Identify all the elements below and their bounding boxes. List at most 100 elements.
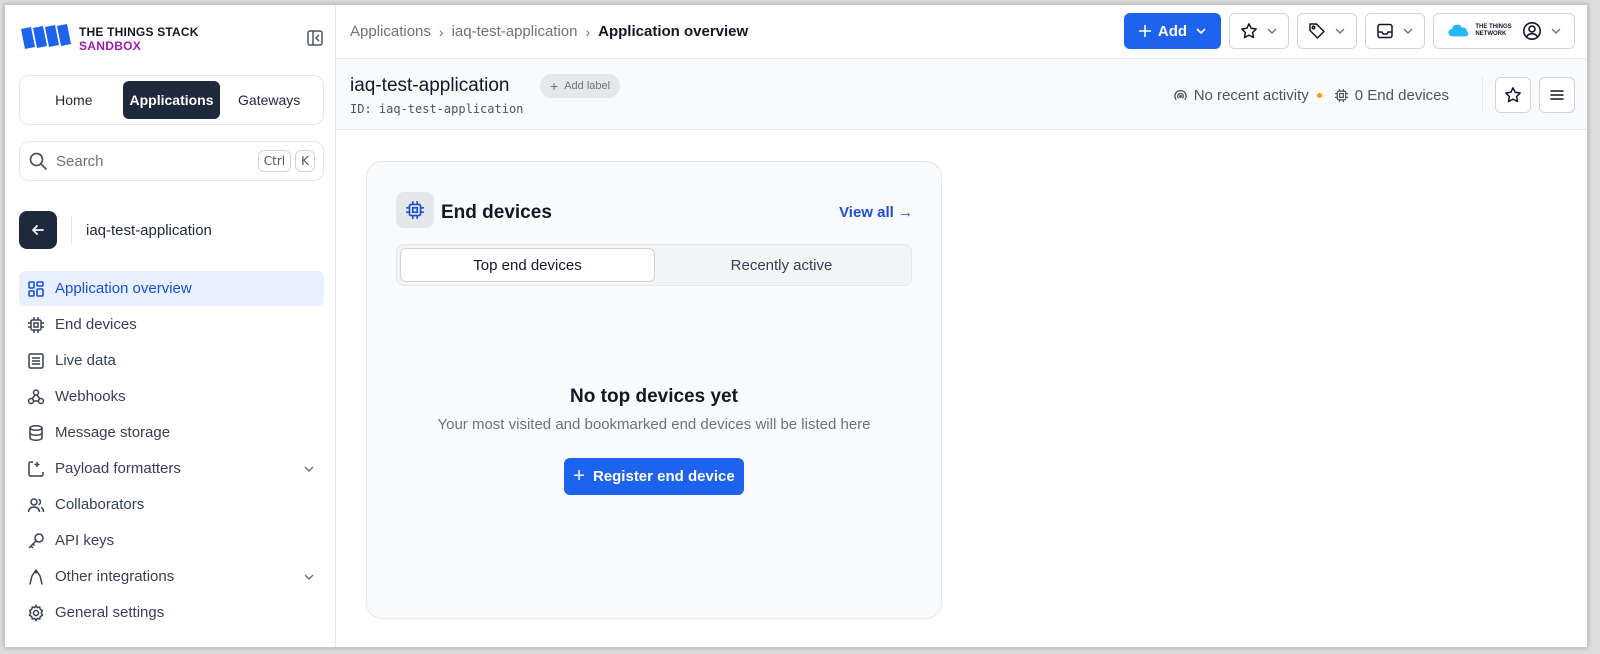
add-button[interactable]: Add — [1124, 13, 1221, 49]
chevron-down-icon — [1403, 28, 1413, 34]
inbox-dropdown[interactable] — [1365, 13, 1425, 49]
back-button[interactable] — [19, 211, 57, 249]
chevron-right-icon: › — [438, 23, 444, 40]
sidebar-item-collaborators[interactable]: Collaborators — [19, 487, 324, 522]
list-icon — [28, 352, 44, 369]
activity-status: No recent activity — [1193, 87, 1309, 104]
application-id: ID: iaq-test-application — [350, 102, 524, 116]
users-icon — [27, 497, 45, 512]
sidebar-item-label: End devices — [55, 316, 137, 333]
plus-icon: + — [550, 78, 559, 94]
key-icon — [28, 532, 44, 549]
card-tabs: Top end devices Recently active — [396, 244, 912, 286]
shortcut-ctrl: Ctrl — [257, 150, 292, 172]
more-menu-button[interactable] — [1539, 77, 1575, 113]
nav-home[interactable]: Home — [25, 81, 123, 119]
sidebar-item-other-integrations[interactable]: Other integrations — [19, 559, 324, 594]
chevron-down-icon — [1196, 28, 1206, 35]
breadcrumb-application[interactable]: iaq-test-application — [452, 23, 578, 40]
ttn-cloud-logo-icon — [1448, 24, 1469, 37]
sidebar-item-webhooks[interactable]: Webhooks — [19, 379, 324, 414]
card-icon-badge — [396, 192, 434, 228]
sidebar-item-label: Webhooks — [55, 388, 126, 405]
empty-state-subtitle: Your most visited and bookmarked end dev… — [437, 416, 871, 433]
sidebar-item-label: API keys — [55, 532, 115, 549]
profile-dropdown[interactable]: THE THINGS NETWORK — [1433, 13, 1575, 49]
register-button-label: Register end device — [592, 468, 735, 485]
empty-state-title: No top devices yet — [570, 386, 738, 407]
labels-dropdown[interactable] — [1297, 13, 1357, 49]
sidebar-item-label: General settings — [55, 604, 165, 621]
register-end-device-button[interactable]: + Register end device — [564, 458, 744, 495]
sidebar-menu: Application overview End devices Live da… — [19, 271, 324, 631]
logo-row: THE THINGS STACK SANDBOX — [19, 21, 324, 55]
tab-recently-active[interactable]: Recently active — [655, 248, 908, 282]
ttn-logo-text: THE THINGS NETWORK — [1475, 24, 1511, 38]
hamburger-menu-icon — [1550, 90, 1564, 100]
main-nav: Home Applications Gateways — [19, 75, 324, 125]
sidebar-collapse-icon[interactable] — [306, 29, 324, 47]
webhook-icon — [27, 388, 45, 404]
sidebar-item-application-overview[interactable]: Application overview — [19, 271, 324, 306]
search-placeholder: Search — [56, 152, 104, 170]
activity-signal-icon — [1173, 89, 1187, 100]
tts-logo-icon[interactable] — [19, 23, 75, 51]
search-input[interactable]: Search Ctrl K — [19, 141, 324, 181]
nav-applications[interactable]: Applications — [122, 81, 221, 119]
tag-icon — [1309, 23, 1325, 39]
tab-top-end-devices[interactable]: Top end devices — [400, 248, 655, 282]
grid-icon — [28, 280, 44, 297]
chevron-down-icon[interactable] — [302, 462, 316, 476]
chevron-down-icon — [1335, 28, 1345, 34]
card-title: End devices — [441, 202, 552, 223]
search-icon — [29, 152, 47, 170]
sidebar-item-label: Live data — [55, 352, 116, 369]
breadcrumb-current: Application overview — [598, 23, 749, 40]
context-header: iaq-test-application — [19, 211, 324, 249]
bookmarks-dropdown[interactable] — [1229, 13, 1289, 49]
plus-icon: + — [573, 465, 585, 487]
top-bar: Applications › iaq-test-application › Ap… — [336, 5, 1587, 59]
ttn-logo-line1: THE THINGS — [1475, 24, 1512, 30]
arrow-left-icon — [32, 225, 44, 235]
brand-name: THE THINGS STACK — [79, 25, 199, 39]
chevron-down-icon — [1267, 28, 1277, 34]
gear-icon — [28, 603, 44, 622]
page-title: iaq-test-application — [350, 75, 510, 96]
add-label-button[interactable]: + Add label — [540, 74, 621, 98]
sidebar-item-live-data[interactable]: Live data — [19, 343, 324, 378]
context-name: iaq-test-application — [86, 221, 212, 239]
ttn-logo-line2: NETWORK — [1475, 31, 1507, 37]
add-button-label: Add — [1157, 22, 1188, 40]
app-window: THE THINGS STACK SANDBOX Home Applicatio… — [4, 4, 1588, 648]
activity-dot — [1316, 93, 1322, 98]
sidebar-item-message-storage[interactable]: Message storage — [19, 415, 324, 450]
sidebar-item-payload-formatters[interactable]: Payload formatters — [19, 451, 324, 486]
main-content: End devices View all → Top end devices R… — [336, 131, 1587, 647]
chevron-down-icon[interactable] — [302, 570, 316, 584]
breadcrumb: Applications › iaq-test-application › Ap… — [350, 23, 748, 40]
star-icon — [1505, 87, 1521, 103]
sidebar-item-label: Payload formatters — [55, 460, 181, 477]
integration-icon — [29, 568, 43, 585]
plus-icon — [1138, 24, 1152, 38]
add-label-text: Add label — [564, 80, 611, 92]
sidebar-item-end-devices[interactable]: End devices — [19, 307, 324, 342]
brand-edition: SANDBOX — [79, 39, 142, 53]
sidebar-item-general-settings[interactable]: General settings — [19, 595, 324, 630]
nav-gateways[interactable]: Gateways — [220, 81, 318, 119]
sidebar-item-label: Message storage — [55, 424, 171, 441]
sidebar-item-api-keys[interactable]: API keys — [19, 523, 324, 558]
breadcrumb-applications[interactable]: Applications — [350, 23, 431, 40]
view-all-link[interactable]: View all → — [839, 204, 913, 221]
star-icon — [1241, 23, 1257, 39]
chip-icon — [406, 201, 424, 219]
bookmark-button[interactable] — [1495, 77, 1531, 113]
end-devices-card: End devices View all → Top end devices R… — [366, 161, 942, 619]
sidebar-item-label: Collaborators — [55, 496, 145, 513]
application-status: No recent activity 0 End devices — [1173, 87, 1449, 104]
sidebar-item-label: Other integrations — [55, 568, 175, 585]
application-header: iaq-test-application ID: iaq-test-applic… — [336, 59, 1587, 130]
sidebar-item-label: Application overview — [55, 280, 192, 297]
toolbar: Add THE THINGS NETWORK — [1116, 13, 1575, 49]
